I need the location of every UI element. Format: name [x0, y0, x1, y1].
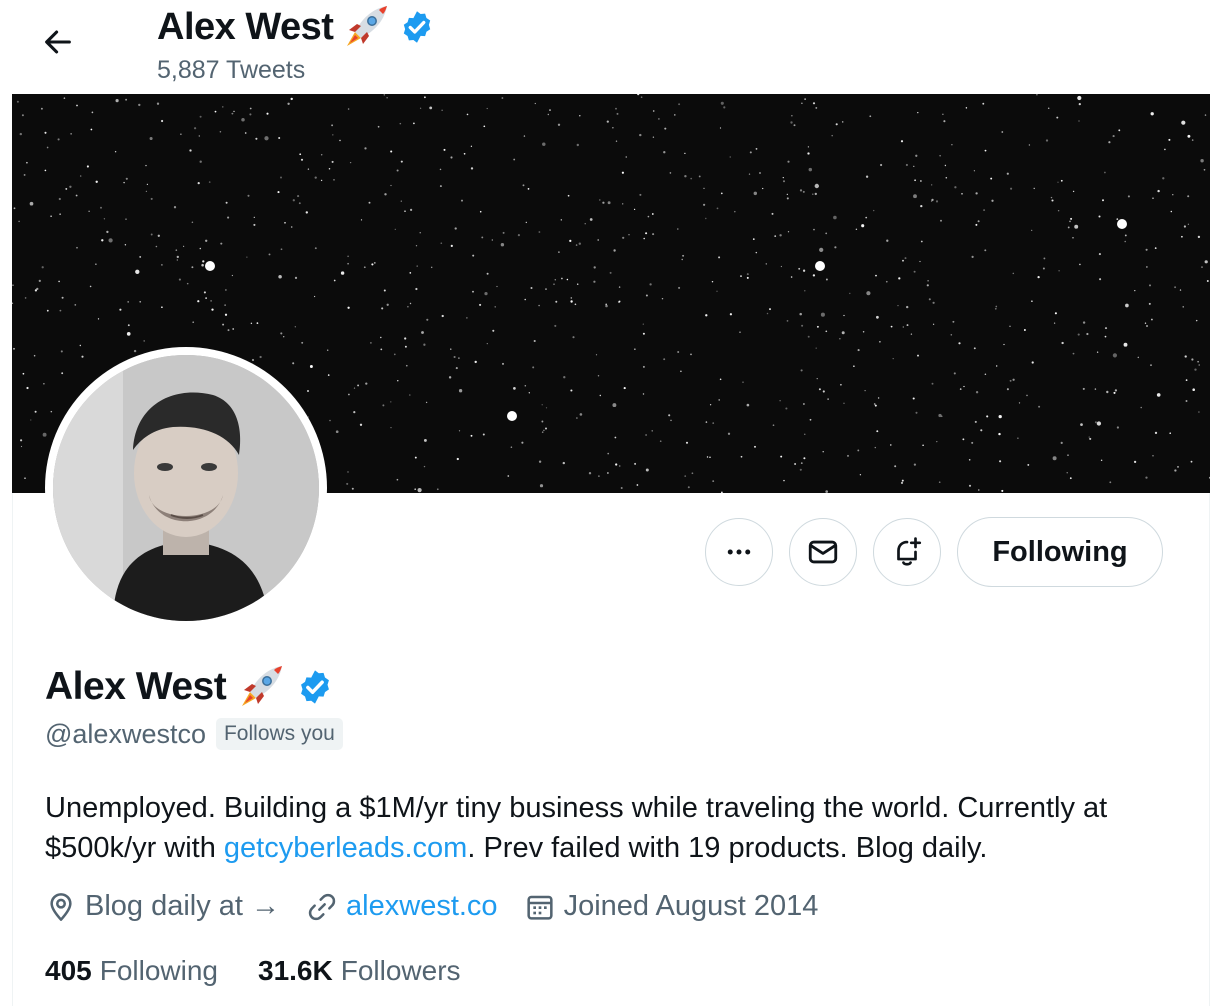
- following-stat[interactable]: 405 Following: [45, 955, 218, 987]
- profile-handle: @alexwestco: [45, 718, 206, 749]
- website-item[interactable]: alexwest.co: [306, 890, 498, 923]
- profile-actions: Following: [705, 517, 1163, 587]
- location-pin-icon: [50, 892, 72, 921]
- header-name: Alex West: [157, 5, 334, 48]
- profile-meta: Blog daily at → alexwest.co Joined Augus…: [45, 890, 818, 923]
- avatar-photo: [53, 355, 319, 621]
- website-link[interactable]: alexwest.co: [346, 890, 498, 923]
- joined-text: Joined August 2014: [563, 890, 819, 922]
- profile-name-row: Alex West: [45, 662, 334, 712]
- profile-avatar[interactable]: [45, 347, 327, 629]
- rocket-icon: [242, 666, 283, 706]
- following-label: Following: [99, 955, 218, 986]
- profile-name: Alex West: [45, 665, 227, 708]
- follow-stats: 405 Following 31.6K Followers: [45, 955, 461, 987]
- followers-stat[interactable]: 31.6K Followers: [258, 955, 461, 987]
- header-title-row: Alex West: [157, 2, 435, 52]
- handle-row: @alexwestco Follows you: [45, 718, 343, 750]
- notify-button[interactable]: [873, 518, 941, 586]
- location-text: Blog daily at →: [85, 890, 281, 922]
- arrow-left-icon: [45, 30, 71, 54]
- location-item: Blog daily at →: [45, 890, 280, 923]
- link-icon: [308, 893, 336, 920]
- profile-bio: Unemployed. Building a $1M/yr tiny busin…: [45, 788, 1175, 868]
- followers-count: 31.6K: [258, 955, 333, 986]
- bio-text-end: . Prev failed with 19 products. Blog dai…: [467, 832, 988, 864]
- back-button[interactable]: [34, 18, 82, 66]
- joined-item: Joined August 2014: [524, 890, 819, 923]
- message-button[interactable]: [789, 518, 857, 586]
- more-icon: [727, 549, 751, 555]
- followers-label: Followers: [340, 955, 461, 986]
- verified-badge-icon: [404, 11, 431, 43]
- bio-link[interactable]: getcyberleads.com: [224, 832, 467, 864]
- envelope-icon: [808, 540, 838, 564]
- calendar-icon: [526, 895, 553, 920]
- follows-you-badge: Follows you: [215, 718, 343, 750]
- rocket-icon: [347, 6, 388, 46]
- following-count: 405: [45, 955, 92, 986]
- more-button[interactable]: [705, 518, 773, 586]
- bell-plus-icon: [897, 537, 922, 566]
- following-button[interactable]: Following: [957, 517, 1163, 587]
- tweet-count: 5,887 Tweets: [157, 56, 306, 84]
- verified-badge-icon: [301, 670, 330, 704]
